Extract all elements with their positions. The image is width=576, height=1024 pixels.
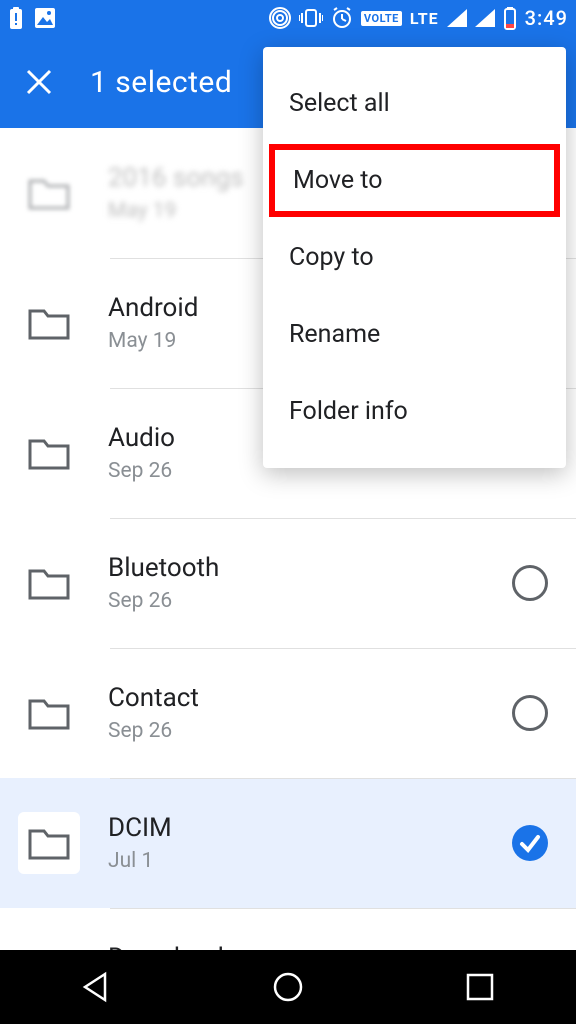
menu-move-to[interactable]: Move to xyxy=(267,142,562,219)
nav-back-button[interactable] xyxy=(66,957,126,1017)
folder-icon xyxy=(18,422,80,484)
folder-name: DCIM xyxy=(108,813,512,843)
menu-copy-to[interactable]: Copy to xyxy=(263,219,566,296)
volte-badge: VOLTE xyxy=(361,11,402,26)
status-right: VOLTE LTE 3:49 xyxy=(269,6,568,30)
signal-icon-2 xyxy=(475,9,495,27)
list-item-texts: Contact Sep 26 xyxy=(108,683,512,743)
folder-icon xyxy=(18,162,80,224)
menu-rename[interactable]: Rename xyxy=(263,296,566,373)
check-circle-icon[interactable] xyxy=(512,825,548,861)
list-item[interactable]: DCIM Jul 1 xyxy=(0,778,576,908)
folder-icon xyxy=(18,292,80,354)
folder-icon xyxy=(18,552,80,614)
select-radio[interactable] xyxy=(512,695,548,731)
status-left xyxy=(8,6,56,30)
folder-name: Bluetooth xyxy=(108,553,512,583)
folder-date: Jul 1 xyxy=(108,849,512,873)
nav-home-button[interactable] xyxy=(258,957,318,1017)
list-item[interactable]: Contact Sep 26 xyxy=(0,648,576,778)
list-item[interactable]: Bluetooth Sep 26 xyxy=(0,518,576,648)
folder-date: Sep 26 xyxy=(108,719,512,743)
signal-icon-1 xyxy=(447,9,467,27)
system-nav-bar xyxy=(0,950,576,1024)
list-item-texts: Bluetooth Sep 26 xyxy=(108,553,512,613)
hotspot-icon xyxy=(269,7,291,29)
vibrate-icon xyxy=(299,8,323,28)
folder-icon xyxy=(18,812,80,874)
picture-icon xyxy=(34,7,56,29)
status-bar: VOLTE LTE 3:49 xyxy=(0,0,576,36)
close-selection-button[interactable] xyxy=(14,57,64,107)
folder-name: Contact xyxy=(108,683,512,713)
battery-low-icon xyxy=(503,6,517,30)
screen: { "statusbar": { "clock": "3:49", "lte_l… xyxy=(0,0,576,1024)
folder-date: Sep 26 xyxy=(108,589,512,613)
battery-alert-icon xyxy=(8,6,24,30)
menu-select-all[interactable]: Select all xyxy=(263,65,566,142)
status-clock: 3:49 xyxy=(525,6,568,30)
selection-count-title: 1 selected xyxy=(90,65,232,100)
alarm-icon xyxy=(331,7,353,29)
list-item-texts: DCIM Jul 1 xyxy=(108,813,512,873)
context-menu: Select all Move to Copy to Rename Folder… xyxy=(263,47,566,468)
lte-label: LTE xyxy=(410,9,439,28)
select-radio[interactable] xyxy=(512,565,548,601)
folder-icon xyxy=(18,682,80,744)
menu-folder-info[interactable]: Folder info xyxy=(263,373,566,450)
nav-recents-button[interactable] xyxy=(450,957,510,1017)
